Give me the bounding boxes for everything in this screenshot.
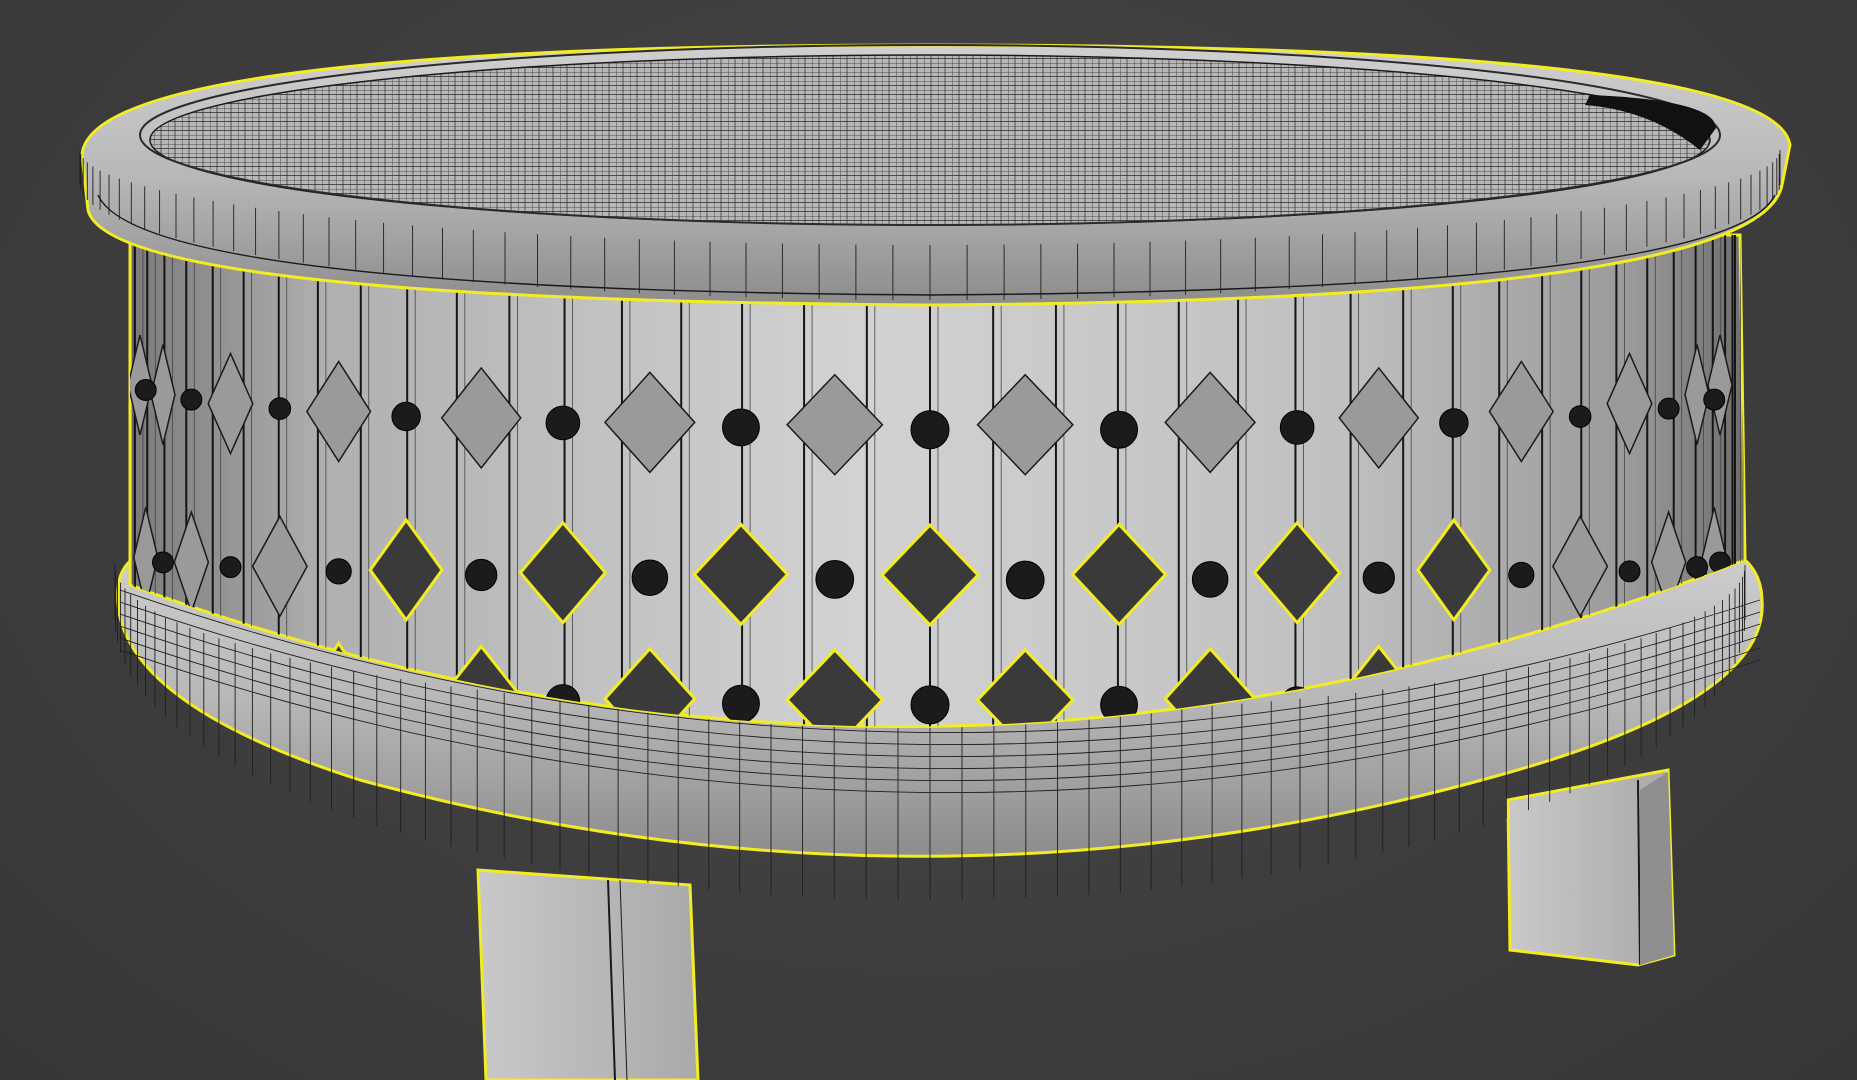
lattice-bead xyxy=(1686,556,1708,579)
lattice-bead xyxy=(268,397,292,420)
lattice-bead xyxy=(134,379,157,401)
lattice-bead xyxy=(631,559,669,596)
lattice-bead xyxy=(815,560,855,599)
lattice-bead xyxy=(1439,408,1469,438)
lattice-bead xyxy=(1362,561,1395,594)
lattice-bead xyxy=(391,401,421,432)
lattice-bead xyxy=(1618,560,1641,583)
3d-viewport[interactable] xyxy=(0,0,1857,1080)
leg-right[interactable] xyxy=(1506,768,1676,967)
viewport-scene[interactable] xyxy=(0,0,1857,1080)
lattice-bead xyxy=(721,684,760,723)
lattice-bead xyxy=(721,408,760,447)
lattice-bead xyxy=(1703,388,1726,411)
lattice-bead xyxy=(219,556,242,579)
lattice-bead xyxy=(465,558,498,592)
lattice-bead xyxy=(1191,561,1229,598)
lattice-bead xyxy=(910,685,950,725)
lattice-bead xyxy=(545,405,581,441)
lattice-bead xyxy=(1005,560,1045,600)
lattice-bead xyxy=(1279,410,1315,445)
lattice-bead xyxy=(152,551,174,574)
lattice-bead xyxy=(1100,410,1139,449)
lattice-bead xyxy=(325,558,352,585)
lattice-bead xyxy=(1508,561,1535,589)
lattice-bead xyxy=(1568,405,1592,428)
leg-front[interactable] xyxy=(476,868,700,1080)
lattice-bead xyxy=(180,388,203,411)
tabletop[interactable] xyxy=(79,43,1792,307)
lattice-bead xyxy=(910,410,950,450)
lattice-bead xyxy=(1657,397,1680,420)
